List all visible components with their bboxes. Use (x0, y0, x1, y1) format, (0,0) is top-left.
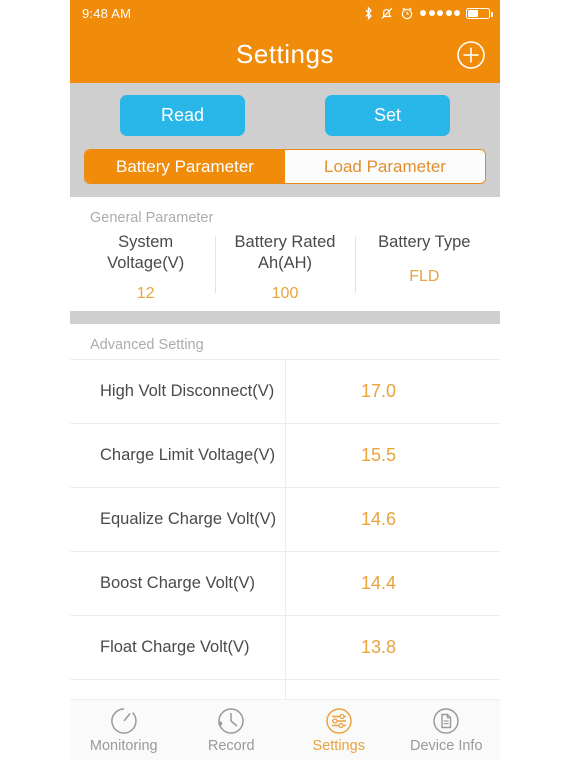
section-divider-band (70, 311, 500, 324)
general-item-value: FLD (409, 268, 440, 285)
tab-load-parameter[interactable]: Load Parameter (285, 150, 485, 183)
parameter-tabs: Battery Parameter Load Parameter (84, 149, 486, 184)
tab-label: Record (207, 738, 255, 754)
row-label: Float Charge Volt(V) (100, 638, 250, 656)
general-item-value: 100 (271, 285, 299, 302)
bottom-tab-bar: Monitoring Record Settings Device Info (70, 699, 500, 760)
general-item-label: System Voltage(V) (107, 233, 185, 272)
phone-screen: 9:48 AM Settings Read Set Battery Parame… (70, 0, 500, 760)
row-label: High Volt Disconnect(V) (100, 382, 275, 400)
tab-battery-parameter[interactable]: Battery Parameter (85, 150, 285, 183)
status-time: 9:48 AM (82, 5, 132, 21)
page-title: Settings (236, 39, 334, 69)
tab-label: Settings (312, 738, 365, 754)
set-button[interactable]: Set (325, 95, 450, 136)
action-buttons: Read Set (84, 95, 486, 136)
row-label: Equalize Charge Volt(V) (100, 510, 277, 528)
general-item-value: 12 (136, 285, 155, 302)
table-row[interactable]: Equalize Charge Volt(V) 14.6 (70, 488, 500, 552)
mute-bell-icon (381, 7, 393, 19)
row-value: 14.6 (360, 509, 397, 529)
general-section-title: General Parameter (90, 210, 214, 226)
general-item-system-voltage[interactable]: System Voltage(V) 12 (76, 232, 215, 303)
general-item-battery-type[interactable]: Battery Type FLD (354, 232, 494, 303)
status-icons (363, 5, 493, 21)
plus-circle-icon[interactable] (456, 40, 486, 70)
table-row[interactable]: Float Charge Volt(V) 13.8 (70, 616, 500, 680)
tab-label: Device Info (409, 738, 483, 754)
advanced-section-title: Advanced Setting (90, 337, 204, 353)
general-item-label: Battery Rated Ah(AH) (234, 233, 336, 272)
clock-icon (218, 708, 244, 734)
advanced-settings-list: High Volt Disconnect(V) 17.0 Charge Limi… (70, 359, 500, 744)
row-label: Charge Limit Voltage(V) (100, 446, 276, 464)
tab-device-info[interactable]: Device Info (393, 700, 501, 760)
table-row[interactable]: High Volt Disconnect(V) 17.0 (70, 360, 500, 424)
alarm-clock-icon (401, 7, 413, 19)
tab-label: Monitoring (89, 738, 158, 754)
action-bar: Read Set Battery Parameter Load Paramete… (70, 83, 500, 197)
general-parameter-grid: System Voltage(V) 12 Battery Rated Ah(AH… (70, 232, 500, 311)
table-row[interactable]: Charge Limit Voltage(V) 15.5 (70, 424, 500, 488)
signal-dots-icon (420, 10, 460, 16)
tab-record[interactable]: Record (178, 700, 286, 760)
row-value: 17.0 (360, 381, 397, 401)
row-label: Boost Charge Volt(V) (100, 574, 255, 592)
read-button[interactable]: Read (120, 95, 245, 136)
bluetooth-icon (365, 5, 372, 20)
gauge-icon (110, 708, 137, 734)
document-icon (433, 708, 459, 734)
tab-settings[interactable]: Settings (285, 700, 393, 760)
row-value: 15.5 (360, 445, 397, 465)
battery-icon (466, 7, 493, 19)
table-row[interactable]: Boost Charge Volt(V) 14.4 (70, 552, 500, 616)
app-header: Settings (70, 26, 500, 83)
sliders-icon (326, 708, 352, 734)
row-value: 13.8 (360, 637, 397, 657)
tab-monitoring[interactable]: Monitoring (70, 700, 178, 760)
general-item-battery-rated-ah[interactable]: Battery Rated Ah(AH) 100 (215, 232, 354, 303)
status-bar: 9:48 AM (70, 0, 500, 26)
row-value: 14.4 (360, 573, 397, 593)
